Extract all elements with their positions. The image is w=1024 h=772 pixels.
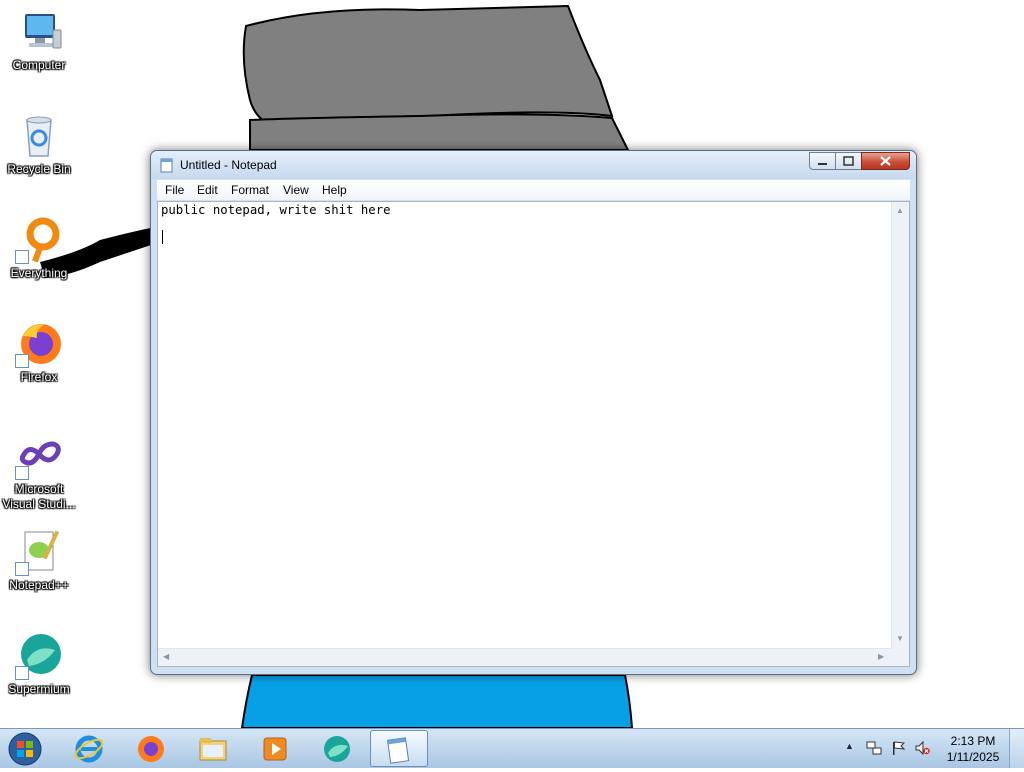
desktop-icon-recycle-bin[interactable]: Recycle Bin xyxy=(1,112,77,177)
clock-date[interactable]: 1/11/2025 xyxy=(940,750,1006,764)
resize-grip[interactable] xyxy=(892,649,909,666)
taskbar: ▲ 2:13 PM 1/11/2025 xyxy=(0,728,1024,768)
volume-muted-icon[interactable] xyxy=(914,740,930,756)
recycle-bin-icon xyxy=(26,116,52,157)
desktop-icon-computer[interactable]: Computer xyxy=(1,8,77,73)
shortcut-arrow-icon xyxy=(15,354,29,368)
window-title-bar[interactable]: Untitled - Notepad xyxy=(151,151,916,179)
minimize-icon xyxy=(818,163,827,165)
network-icon[interactable] xyxy=(866,740,882,756)
menu-file[interactable]: File xyxy=(163,183,186,197)
menu-format[interactable]: Format xyxy=(229,183,271,197)
desktop-icon-label-line2: Visual Studi... xyxy=(2,497,76,511)
firefox-icon xyxy=(138,736,164,762)
menu-edit[interactable]: Edit xyxy=(195,183,220,197)
shortcut-arrow-icon xyxy=(15,250,29,264)
notepad-window[interactable]: Untitled - Notepad File Edit Format View… xyxy=(150,150,917,675)
file-explorer-icon xyxy=(199,738,227,761)
start-button[interactable] xyxy=(4,730,46,767)
notepad-app-icon xyxy=(160,158,173,173)
minimize-button[interactable] xyxy=(809,152,836,170)
window-title: Untitled - Notepad xyxy=(180,158,277,172)
menu-view[interactable]: View xyxy=(281,183,311,197)
taskbar-supermium[interactable] xyxy=(310,730,364,767)
taskbar-internet-explorer[interactable] xyxy=(62,730,116,767)
action-center-flag-icon[interactable] xyxy=(890,740,906,756)
taskbar-media-player[interactable] xyxy=(248,730,302,767)
desktop-icon-supermium[interactable]: Supermium xyxy=(1,632,77,697)
shortcut-arrow-icon xyxy=(15,562,29,576)
desktop-icon-visual-studio[interactable]: Microsoft Visual Studi... xyxy=(1,432,77,512)
close-button[interactable] xyxy=(861,152,910,170)
windows-start-orb-icon xyxy=(8,732,42,766)
wallpaper-gray-shape xyxy=(242,4,614,132)
scroll-up-icon[interactable]: ▲ xyxy=(896,206,904,216)
desktop-icon-label: Computer xyxy=(12,58,66,72)
wallpaper-dark-band xyxy=(249,113,630,151)
desktop-icon-label: Notepad++ xyxy=(9,578,69,592)
clock-time[interactable]: 2:13 PM xyxy=(940,734,1006,748)
taskbar-file-explorer[interactable] xyxy=(186,730,240,767)
scroll-left-icon[interactable]: ◀ xyxy=(163,652,169,662)
supermium-icon xyxy=(324,736,350,762)
notepad-icon xyxy=(386,737,410,764)
horizontal-scrollbar[interactable]: ◀ ▶ xyxy=(158,648,892,666)
computer-icon xyxy=(25,14,62,49)
internet-explorer-icon xyxy=(74,735,104,763)
scroll-right-icon[interactable]: ▶ xyxy=(878,652,884,662)
editor-text[interactable]: public notepad, write shit here xyxy=(161,202,889,219)
taskbar-notepad[interactable] xyxy=(370,730,428,767)
desktop-icon-label: Recycle Bin xyxy=(7,162,71,176)
desktop-icon-everything[interactable]: Everything xyxy=(1,216,77,281)
text-caret xyxy=(162,230,163,244)
show-desktop-button[interactable] xyxy=(1009,729,1024,768)
vertical-scrollbar[interactable]: ▲ ▼ xyxy=(891,202,909,649)
desktop-icon-label: Supermium xyxy=(8,682,70,696)
desktop-icon-label-line1: Microsoft xyxy=(14,482,64,496)
desktop-icon-firefox[interactable]: Firefox xyxy=(1,320,77,385)
maximize-button[interactable] xyxy=(835,152,862,170)
show-hidden-icons-button[interactable]: ▲ xyxy=(845,741,854,751)
desktop-icon-label: Everything xyxy=(10,266,68,280)
shortcut-arrow-icon xyxy=(15,666,29,680)
wallpaper-blue-shape xyxy=(240,674,634,729)
taskbar-firefox[interactable] xyxy=(124,730,178,767)
scroll-down-icon[interactable]: ▼ xyxy=(896,634,904,644)
desktop-icon-notepad-plus-plus[interactable]: Notepad++ xyxy=(1,528,77,593)
desktop-icon-label: Firefox xyxy=(20,370,58,384)
close-icon xyxy=(880,156,891,166)
shortcut-arrow-icon xyxy=(15,466,29,480)
text-editor[interactable]: public notepad, write shit here ▲ ▼ ◀ ▶ xyxy=(157,201,910,667)
maximize-icon xyxy=(843,156,854,166)
menu-bar: File Edit Format View Help xyxy=(157,180,910,201)
media-player-icon xyxy=(263,737,287,761)
menu-help[interactable]: Help xyxy=(320,183,349,197)
